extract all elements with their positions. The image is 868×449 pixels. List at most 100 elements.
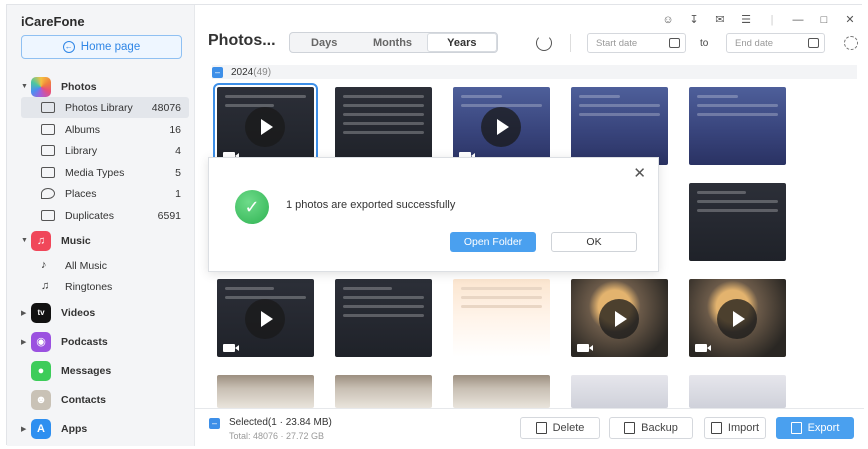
sidebar-item-media-types[interactable]: Media Types 5 (21, 162, 189, 183)
close-icon[interactable]: ✕ (633, 166, 646, 181)
media-thumbnail[interactable] (213, 83, 318, 169)
download-icon[interactable]: ↧ (688, 13, 700, 26)
export-label: Export (807, 422, 840, 434)
media-thumbnail[interactable] (689, 279, 786, 357)
sidebar-item-places[interactable]: Places 1 (21, 183, 189, 204)
play-icon (245, 299, 285, 339)
backup-label: Backup (641, 422, 678, 434)
year-count: (49) (253, 66, 272, 78)
import-label: Import (727, 422, 760, 434)
expand-down-icon: ▼ (21, 237, 28, 244)
page-title: Photos... (208, 32, 276, 49)
footer-bar: – Selected(1 · 23.84 MB) Total: 48076 · … (195, 408, 864, 446)
sidebar-section-photos[interactable]: ▼ Photos (21, 76, 189, 97)
sidebar-item-library[interactable]: Library 4 (21, 140, 189, 161)
export-button[interactable]: Export (776, 417, 854, 439)
play-icon (599, 299, 639, 339)
sidebar-section-label: Music (61, 234, 91, 247)
sidebar-item-ringtones[interactable]: ♫ Ringtones (21, 276, 189, 297)
sidebar-section-label: Photos (61, 80, 97, 93)
media-thumbnail[interactable] (453, 375, 550, 408)
window-controls: ☺ ↧ ✉ ☰ | — □ ✕ (662, 13, 856, 27)
sidebar: iCareFone ← Home page ▼ Photos Photos Li… (7, 5, 194, 446)
contacts-icon: ☻ (31, 389, 51, 410)
media-thumbnail[interactable] (689, 375, 786, 408)
sidebar-section-messages[interactable]: ● Messages (21, 360, 189, 381)
export-success-dialog: ✕ ✓ 1 photos are exported successfully O… (208, 157, 659, 272)
media-thumbnail[interactable] (335, 279, 432, 357)
year-select-checkbox[interactable]: – (212, 66, 223, 78)
delete-label: Delete (552, 422, 585, 434)
item-count: 48076 (151, 101, 181, 114)
total-summary: Total: 48076 · 27.72 GB (229, 431, 325, 441)
tab-months[interactable]: Months (358, 33, 426, 52)
view-segmented-control: Days Months Years (289, 32, 498, 53)
refresh-icon[interactable] (536, 35, 552, 51)
home-page-button[interactable]: ← Home page (21, 35, 182, 59)
play-icon (481, 107, 521, 147)
sidebar-item-label: Places (65, 187, 97, 200)
item-count: 5 (175, 166, 181, 179)
sidebar-item-albums[interactable]: Albums 16 (21, 119, 189, 140)
sidebar-section-label: Messages (61, 364, 112, 377)
sidebar-section-contacts[interactable]: ☻ Contacts (21, 389, 189, 410)
media-thumbnail[interactable] (571, 279, 668, 357)
sidebar-item-duplicates[interactable]: Duplicates 6591 (21, 205, 189, 226)
sidebar-section-music[interactable]: ▼ ♫ Music (21, 230, 189, 251)
trash-icon (535, 422, 547, 434)
messages-icon: ● (31, 360, 51, 381)
appstore-icon: A (31, 418, 51, 439)
backup-button[interactable]: Backup (609, 417, 693, 439)
backup-icon (624, 422, 636, 434)
maximize-icon[interactable]: □ (818, 14, 830, 26)
sidebar-section-videos[interactable]: ▶ tv Videos (21, 302, 189, 323)
sidebar-section-label: Videos (61, 306, 96, 319)
user-icon[interactable]: ☺ (662, 14, 674, 26)
gear-icon[interactable] (844, 36, 858, 50)
video-icon (223, 344, 239, 352)
tab-days[interactable]: Days (290, 33, 358, 52)
minimize-icon[interactable]: — (792, 14, 804, 26)
sidebar-item-label: Photos Library (65, 101, 133, 114)
year-group-header: – 2024 (49) (212, 65, 857, 79)
media-thumbnail[interactable] (571, 375, 668, 408)
sidebar-section-apps[interactable]: ▶ A Apps (21, 418, 189, 439)
media-thumbnail[interactable] (217, 279, 314, 357)
media-thumbnail[interactable] (571, 87, 668, 165)
play-icon (245, 107, 285, 147)
menu-icon[interactable]: ☰ (740, 13, 752, 26)
divider (570, 34, 571, 52)
calendar-icon[interactable] (669, 38, 680, 48)
home-page-label: Home page (80, 41, 141, 53)
sidebar-item-all-music[interactable]: ♪ All Music (21, 255, 189, 276)
tab-years[interactable]: Years (426, 33, 497, 52)
expand-down-icon: ▼ (21, 83, 28, 90)
media-thumbnail[interactable] (335, 375, 432, 408)
sidebar-section-podcasts[interactable]: ▶ ◉ Podcasts (21, 331, 189, 352)
select-all-checkbox[interactable]: – (209, 418, 220, 429)
end-date-field[interactable]: End date (726, 33, 825, 53)
media-thumbnail[interactable] (335, 87, 432, 165)
item-count: 4 (175, 144, 181, 157)
dialog-message: 1 photos are exported successfully (286, 199, 456, 211)
sidebar-item-photos-library[interactable]: Photos Library 48076 (21, 97, 189, 118)
import-button[interactable]: Import (704, 417, 766, 439)
media-thumbnail[interactable] (689, 183, 786, 261)
year-label: 2024 (231, 66, 254, 78)
media-thumbnail[interactable] (217, 375, 314, 408)
feedback-icon[interactable]: ✉ (714, 13, 726, 26)
start-date-field[interactable]: Start date (587, 33, 686, 53)
ok-button[interactable]: OK (551, 232, 637, 252)
calendar-icon[interactable] (808, 38, 819, 48)
open-folder-button[interactable]: Open Folder (450, 232, 536, 252)
item-count: 16 (169, 123, 181, 136)
sidebar-section-label: Podcasts (61, 335, 108, 348)
close-icon[interactable]: ✕ (844, 13, 856, 26)
divider: | (770, 13, 774, 26)
sidebar-section-label: Apps (61, 422, 88, 435)
media-thumbnail[interactable] (453, 279, 550, 357)
video-camera-icon (41, 167, 55, 178)
media-thumbnail[interactable] (689, 87, 786, 165)
media-thumbnail[interactable] (453, 87, 550, 165)
delete-button[interactable]: Delete (520, 417, 600, 439)
